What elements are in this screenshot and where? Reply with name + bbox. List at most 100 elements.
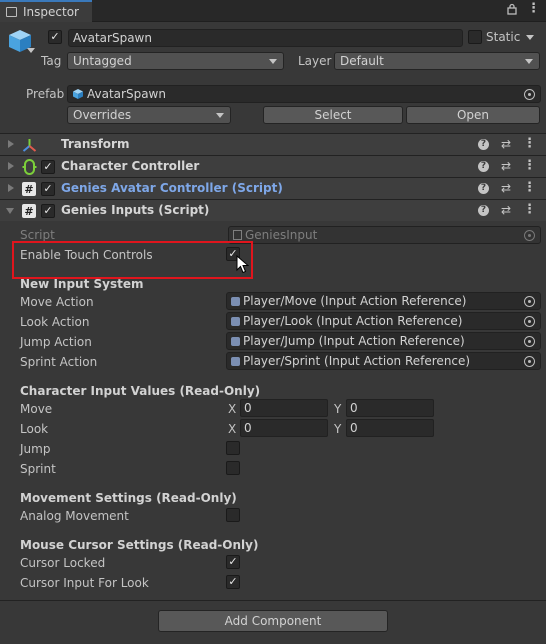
sprint-checkbox[interactable] (226, 461, 240, 475)
tab-inspector[interactable]: Inspector (0, 0, 92, 22)
question-icon[interactable]: ? (477, 204, 489, 216)
object-picker-icon[interactable] (524, 296, 535, 307)
object-name-field[interactable]: AvatarSpawn (68, 29, 463, 47)
object-picker-icon[interactable] (524, 316, 535, 327)
chevron-down-icon (216, 113, 224, 118)
kebab-menu-icon[interactable]: ⋮ (523, 203, 536, 216)
tab-bar-actions: ⋮ (507, 2, 540, 15)
object-picker-icon[interactable] (524, 89, 535, 100)
input-action-icon (231, 296, 240, 306)
input-action-icon (231, 336, 240, 346)
character-controller-icon (22, 159, 37, 175)
look-y-field[interactable]: 0 (346, 419, 434, 437)
layer-dropdown[interactable]: Default (334, 52, 540, 70)
object-picker-icon[interactable] (524, 356, 535, 367)
tag-dropdown[interactable]: Untagged (67, 52, 284, 70)
mouse-cursor-icon (236, 255, 249, 274)
component-title: Genies Avatar Controller (Script) (61, 181, 283, 195)
kebab-menu-icon[interactable]: ⋮ (523, 159, 536, 172)
sprint-action-field[interactable]: Player/Sprint (Input Action Reference) (226, 352, 541, 370)
component-title: Transform (61, 137, 130, 151)
jump-label: Jump (20, 442, 51, 456)
layer-label: Layer (298, 54, 332, 68)
prefab-field[interactable]: AvatarSpawn (67, 85, 541, 103)
transform-icon (22, 139, 37, 152)
tab-label: Inspector (23, 5, 79, 19)
icon-dropdown-caret[interactable] (27, 48, 35, 53)
sprint-action-label: Sprint Action (20, 355, 98, 369)
look-x-label: X (228, 422, 237, 436)
move-x-label: X (228, 402, 237, 416)
component-enabled-checkbox[interactable]: ✓ (41, 182, 55, 196)
cursor-input-look-label: Cursor Input For Look (20, 576, 149, 590)
chevron-down-icon (525, 59, 533, 64)
fold-arrow-icon[interactable] (6, 208, 14, 214)
component-enabled-checkbox[interactable]: ✓ (41, 204, 55, 218)
active-checkbox[interactable]: ✓ (48, 30, 62, 44)
component-genies-avatar-controller[interactable]: # ✓ Genies Avatar Controller (Script) ? … (0, 177, 546, 199)
window-icon (6, 7, 17, 17)
component-transform[interactable]: Transform ? ⇄ ⋮ (0, 133, 546, 155)
move-action-label: Move Action (20, 295, 94, 309)
sliders-icon[interactable]: ⇄ (501, 182, 511, 194)
static-dropdown-caret[interactable] (526, 35, 534, 40)
look-y-label: Y (334, 422, 342, 436)
move-label: Move (20, 402, 53, 416)
component-enabled-checkbox[interactable]: ✓ (41, 160, 55, 174)
analog-movement-label: Analog Movement (20, 509, 129, 523)
object-picker-icon (524, 230, 535, 241)
lock-icon[interactable] (507, 3, 517, 15)
object-picker-icon[interactable] (524, 336, 535, 347)
add-component-button[interactable]: Add Component (158, 610, 388, 632)
jump-checkbox[interactable] (226, 441, 240, 455)
touch-controls-label: Enable Touch Controls (20, 248, 153, 262)
fold-arrow-icon[interactable] (8, 184, 14, 192)
input-action-icon (231, 356, 240, 366)
sliders-icon[interactable]: ⇄ (501, 160, 511, 172)
move-action-field[interactable]: Player/Move (Input Action Reference) (226, 292, 541, 310)
fold-arrow-icon[interactable] (8, 140, 14, 148)
move-y-label: Y (334, 402, 342, 416)
section-character-input-values: Character Input Values (Read-Only) (20, 384, 261, 398)
static-checkbox[interactable] (468, 30, 482, 44)
script-file-icon (233, 230, 242, 240)
question-icon[interactable]: ? (477, 160, 489, 172)
cursor-input-look-checkbox[interactable]: ✓ (226, 575, 240, 589)
jump-action-field[interactable]: Player/Jump (Input Action Reference) (226, 332, 541, 350)
move-x-field[interactable]: 0 (240, 399, 328, 417)
look-x-field[interactable]: 0 (240, 419, 328, 437)
look-action-label: Look Action (20, 315, 90, 329)
question-icon[interactable]: ? (477, 138, 489, 150)
sliders-icon[interactable]: ⇄ (501, 204, 511, 216)
look-label: Look (20, 422, 49, 436)
static-label: Static (486, 30, 521, 44)
component-genies-inputs[interactable]: # ✓ Genies Inputs (Script) ? ⇄ ⋮ (0, 199, 546, 221)
jump-action-label: Jump Action (20, 335, 92, 349)
script-icon: # (22, 182, 36, 196)
select-button[interactable]: Select (263, 106, 403, 124)
section-new-input-system: New Input System (20, 277, 144, 291)
kebab-menu-icon[interactable]: ⋮ (523, 137, 536, 150)
section-movement-settings: Movement Settings (Read-Only) (20, 491, 237, 505)
kebab-menu-icon[interactable]: ⋮ (523, 181, 536, 194)
sliders-icon[interactable]: ⇄ (501, 138, 511, 150)
component-character-controller[interactable]: ✓ Character Controller ? ⇄ ⋮ (0, 155, 546, 177)
section-mouse-cursor-settings: Mouse Cursor Settings (Read-Only) (20, 538, 259, 552)
prefab-label: Prefab (26, 87, 65, 101)
move-y-field[interactable]: 0 (346, 399, 434, 417)
kebab-menu-icon[interactable]: ⋮ (527, 2, 540, 15)
question-icon[interactable]: ? (477, 182, 489, 194)
script-field: GeniesInput (228, 226, 541, 244)
tag-label: Tag (41, 54, 62, 68)
cursor-locked-checkbox[interactable]: ✓ (226, 555, 240, 569)
fold-arrow-icon[interactable] (8, 162, 14, 170)
component-title: Genies Inputs (Script) (61, 203, 210, 217)
open-button[interactable]: Open (406, 106, 540, 124)
bottom-divider (0, 600, 546, 601)
look-action-field[interactable]: Player/Look (Input Action Reference) (226, 312, 541, 330)
component-title: Character Controller (61, 159, 200, 173)
cursor-locked-label: Cursor Locked (20, 556, 106, 570)
overrides-dropdown[interactable]: Overrides (67, 106, 231, 124)
chevron-down-icon (269, 59, 277, 64)
analog-movement-checkbox[interactable] (226, 508, 240, 522)
